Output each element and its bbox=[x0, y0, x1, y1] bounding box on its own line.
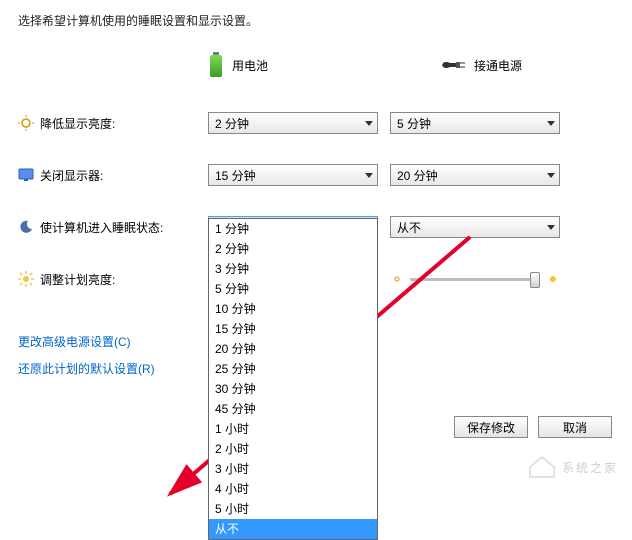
dropdown-item[interactable]: 5 分钟 bbox=[209, 279, 377, 299]
row-label-dim: 降低显示亮度: bbox=[40, 115, 115, 132]
battery-icon bbox=[208, 52, 224, 78]
page-heading: 选择希望计算机使用的睡眠设置和显示设置。 bbox=[18, 12, 614, 29]
select-off-battery[interactable]: 15 分钟 bbox=[208, 164, 378, 186]
dropdown-item[interactable]: 5 小时 bbox=[209, 499, 377, 519]
dropdown-item[interactable]: 3 小时 bbox=[209, 459, 377, 479]
sleep-battery-dropdown[interactable]: 1 分钟2 分钟3 分钟5 分钟10 分钟15 分钟20 分钟25 分钟30 分… bbox=[208, 218, 378, 540]
dropdown-item[interactable]: 25 分钟 bbox=[209, 359, 377, 379]
dropdown-item[interactable]: 10 分钟 bbox=[209, 299, 377, 319]
dropdown-item[interactable]: 1 分钟 bbox=[209, 219, 377, 239]
dropdown-item[interactable]: 20 分钟 bbox=[209, 339, 377, 359]
moon-icon bbox=[18, 219, 34, 235]
sun-bright-icon bbox=[546, 272, 560, 286]
select-sleep-plugged[interactable]: 从不 bbox=[390, 216, 560, 238]
dropdown-item[interactable]: 4 小时 bbox=[209, 479, 377, 499]
select-dim-plugged[interactable]: 5 分钟 bbox=[390, 112, 560, 134]
sun-dim-icon bbox=[390, 272, 404, 286]
dim-icon bbox=[18, 115, 34, 131]
dropdown-item[interactable]: 从不 bbox=[209, 519, 377, 539]
select-off-plugged[interactable]: 20 分钟 bbox=[390, 164, 560, 186]
save-button[interactable]: 保存修改 bbox=[454, 416, 528, 438]
chevron-down-icon bbox=[365, 121, 373, 126]
sun-icon bbox=[18, 271, 34, 287]
chevron-down-icon bbox=[547, 173, 555, 178]
chevron-down-icon bbox=[547, 121, 555, 126]
plug-icon bbox=[440, 57, 466, 73]
dropdown-item[interactable]: 1 小时 bbox=[209, 419, 377, 439]
column-header-battery: 用电池 bbox=[232, 57, 268, 74]
row-label-off: 关闭显示器: bbox=[40, 167, 103, 184]
brightness-slider-plugged[interactable] bbox=[410, 270, 540, 288]
row-label-sleep: 使计算机进入睡眠状态: bbox=[40, 219, 163, 236]
row-label-brightness: 调整计划亮度: bbox=[40, 271, 115, 288]
dropdown-item[interactable]: 3 分钟 bbox=[209, 259, 377, 279]
watermark-logo-icon bbox=[528, 455, 556, 479]
monitor-icon bbox=[18, 167, 34, 183]
chevron-down-icon bbox=[547, 225, 555, 230]
cancel-button[interactable]: 取消 bbox=[538, 416, 612, 438]
dropdown-item[interactable]: 45 分钟 bbox=[209, 399, 377, 419]
dropdown-item[interactable]: 15 分钟 bbox=[209, 319, 377, 339]
dropdown-item[interactable]: 30 分钟 bbox=[209, 379, 377, 399]
column-header-plugged: 接通电源 bbox=[474, 57, 522, 74]
select-dim-battery[interactable]: 2 分钟 bbox=[208, 112, 378, 134]
dropdown-item[interactable]: 2 小时 bbox=[209, 439, 377, 459]
dropdown-item[interactable]: 2 分钟 bbox=[209, 239, 377, 259]
watermark: 系统之家 bbox=[528, 455, 618, 479]
chevron-down-icon bbox=[365, 173, 373, 178]
